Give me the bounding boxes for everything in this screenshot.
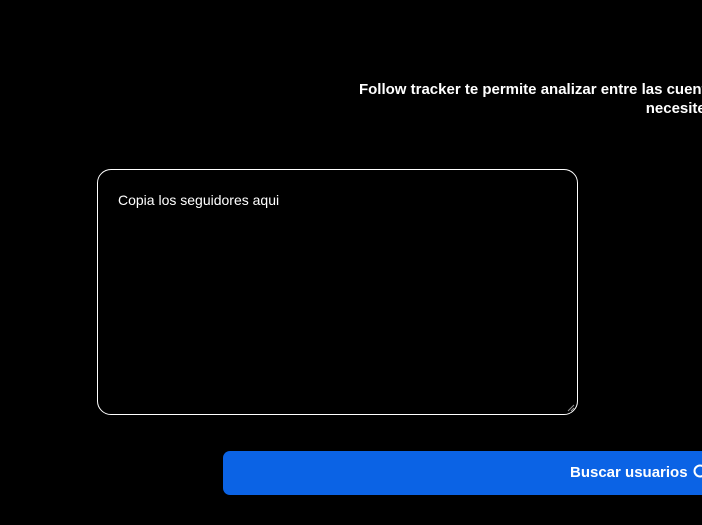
search-icon <box>693 464 702 478</box>
followers-input[interactable] <box>98 170 577 414</box>
followers-box <box>97 169 578 415</box>
resize-grip-icon[interactable] <box>567 404 575 412</box>
search-users-button[interactable]: Buscar usuarios <box>223 451 702 495</box>
search-users-label: Buscar usuarios <box>570 464 688 481</box>
intro-line-1: Follow tracker te permite analizar entre… <box>358 81 702 98</box>
intro-line-2: necesites. <box>645 100 702 117</box>
page: Follow tracker te permite analizar entre… <box>0 0 702 525</box>
intro-text: Follow tracker te permite analizar entre… <box>0 80 702 118</box>
